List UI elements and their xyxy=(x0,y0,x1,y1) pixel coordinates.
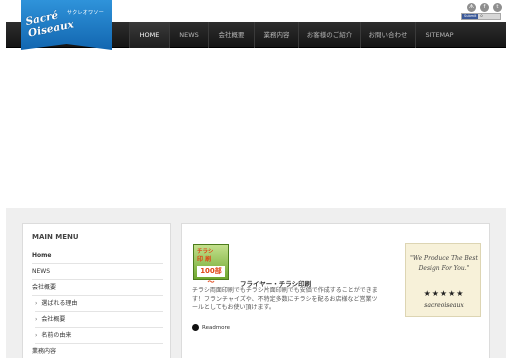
share-badge-label: Submit xyxy=(462,14,479,19)
star-rating: ★★★★★ xyxy=(423,289,465,298)
post-thumbnail[interactable]: チラシ 印 刷 100部～ xyxy=(193,244,229,286)
testimonial-card: "We Produce The Best Design For You." ★★… xyxy=(405,243,481,317)
nav-services[interactable]: 業務内容 xyxy=(254,22,298,48)
sidebar-item-reasons[interactable]: 選ばれる理由 xyxy=(35,296,163,312)
post-excerpt: チラシ両面印刷でもチラシ片面印刷でも安価で作成することができます！フランチャイズ… xyxy=(192,287,378,311)
twitter-icon[interactable]: t xyxy=(493,3,502,12)
share-badge-count: 0 xyxy=(480,14,483,18)
nav-company[interactable]: 会社概要 xyxy=(208,22,254,48)
facebook-icon[interactable]: f xyxy=(480,3,489,12)
sidebar-item-news[interactable]: NEWS xyxy=(32,264,163,280)
site-logo[interactable]: サクレオワソー Sacré Oiseaux xyxy=(21,0,112,50)
sidebar-title: MAIN MENU xyxy=(32,233,79,241)
nav-contact[interactable]: お問い合わせ xyxy=(360,22,415,48)
rss-icon[interactable]: ᗑ xyxy=(467,3,476,12)
nav-home[interactable]: HOME xyxy=(129,22,169,48)
nav-sitemap[interactable]: SITEMAP xyxy=(415,22,463,48)
thumbnail-text-line3: 100部～ xyxy=(197,266,225,286)
thumbnail-text-line2: 印 刷 xyxy=(197,256,212,263)
sidebar-item-services[interactable]: 業務内容 xyxy=(32,344,163,358)
nav-clients[interactable]: お客様のご紹介 xyxy=(298,22,360,48)
bullet-icon xyxy=(192,324,199,331)
sidebar-item-home[interactable]: Home xyxy=(32,248,163,264)
share-count-badge[interactable]: Submit 0 xyxy=(461,13,501,20)
testimonial-author: sacreoiseaux xyxy=(424,302,464,309)
logo-title: Sacré Oiseaux xyxy=(24,9,75,40)
sidebar-menu: MAIN MENU Home NEWS 会社概要 選ばれる理由 会社概要 名前の… xyxy=(22,223,171,358)
sidebar-item-company-overview[interactable]: 会社概要 xyxy=(35,312,163,328)
readmore-label: Readmore xyxy=(202,325,231,331)
nav-news[interactable]: NEWS xyxy=(169,22,208,48)
readmore-link[interactable]: Readmore xyxy=(192,324,230,332)
testimonial-quote: "We Produce The Best Design For You." xyxy=(410,255,478,272)
sidebar-item-name-origin[interactable]: 名前の由来 xyxy=(35,328,163,344)
sidebar-item-company[interactable]: 会社概要 xyxy=(32,280,163,296)
